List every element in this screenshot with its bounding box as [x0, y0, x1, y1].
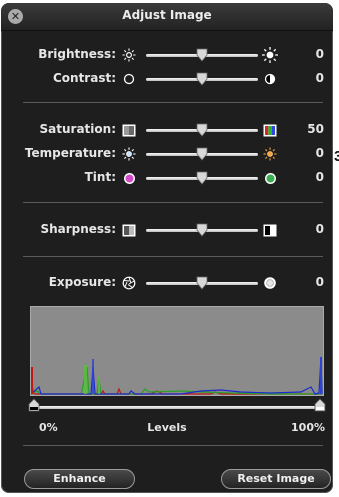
sun-large-icon: [262, 47, 278, 63]
divider: [23, 202, 323, 203]
tint-label: Tint:: [84, 170, 116, 184]
magenta-dot-icon: [121, 170, 137, 186]
sun-small-icon: [121, 47, 137, 63]
aperture-icon: [121, 275, 137, 291]
reset-image-button[interactable]: Reset Image: [221, 469, 331, 489]
enhance-button[interactable]: Enhance: [24, 469, 135, 489]
brightness-slider-thumb[interactable]: [196, 48, 208, 62]
sharpness-row: Sharpness: 0: [1, 220, 333, 240]
sun-cool-icon: [121, 146, 137, 162]
tint-value: 0: [315, 170, 324, 184]
sharp-square-icon: [262, 222, 278, 238]
brightness-row: Brightness: 0: [1, 45, 333, 65]
window-edge-glyph: 3: [334, 148, 339, 165]
sharpness-slider-thumb[interactable]: [196, 223, 208, 237]
contrast-row: Contrast: 0: [1, 69, 333, 89]
levels-white-point-handle[interactable]: [314, 398, 326, 412]
brightness-label: Brightness:: [38, 47, 116, 61]
histogram: [30, 306, 324, 396]
divider: [23, 445, 323, 446]
levels-label: Levels: [147, 421, 187, 434]
color-square-icon: [262, 122, 278, 138]
saturation-slider-thumb[interactable]: [196, 123, 208, 137]
temperature-label: Temperature:: [24, 146, 116, 160]
adjust-image-panel: ✕ Adjust Image Brightness: 0 Contrast: 0…: [1, 3, 333, 493]
sharpness-label: Sharpness:: [40, 222, 116, 236]
divider: [23, 102, 323, 103]
levels-max-label: 100%: [291, 421, 325, 434]
grayscale-square-icon: [121, 122, 137, 138]
brightness-value: 0: [315, 47, 324, 61]
contrast-value: 0: [315, 71, 324, 85]
exposure-row: Exposure: 0: [1, 273, 333, 293]
contrast-label: Contrast:: [52, 71, 116, 85]
soft-square-icon: [121, 222, 137, 238]
histogram-graph: [30, 356, 323, 395]
temperature-value: 0: [315, 146, 324, 160]
divider: [23, 256, 323, 257]
title-bar[interactable]: ✕ Adjust Image: [1, 3, 333, 31]
exposure-value: 0: [315, 275, 324, 289]
saturation-label: Saturation:: [39, 122, 116, 136]
tint-slider-thumb[interactable]: [196, 171, 208, 185]
levels-black-point-handle[interactable]: [28, 398, 40, 412]
exposure-label: Exposure:: [48, 275, 116, 289]
green-dot-icon: [262, 170, 278, 186]
sun-warm-icon: [262, 146, 278, 162]
half-circle-icon: [262, 71, 278, 87]
exposure-slider-thumb[interactable]: [196, 276, 208, 290]
temperature-row: Temperature: 0: [1, 144, 333, 164]
bright-dot-icon: [262, 275, 278, 291]
window-title: Adjust Image: [122, 8, 212, 22]
levels-slider-track[interactable]: [34, 406, 320, 409]
contrast-slider-thumb[interactable]: [196, 72, 208, 86]
saturation-value: 50: [307, 122, 324, 136]
circle-outline-icon: [121, 71, 137, 87]
temperature-slider-thumb[interactable]: [196, 147, 208, 161]
tint-row: Tint: 0: [1, 168, 333, 188]
sharpness-value: 0: [315, 222, 324, 236]
saturation-row: Saturation: 50: [1, 120, 333, 140]
